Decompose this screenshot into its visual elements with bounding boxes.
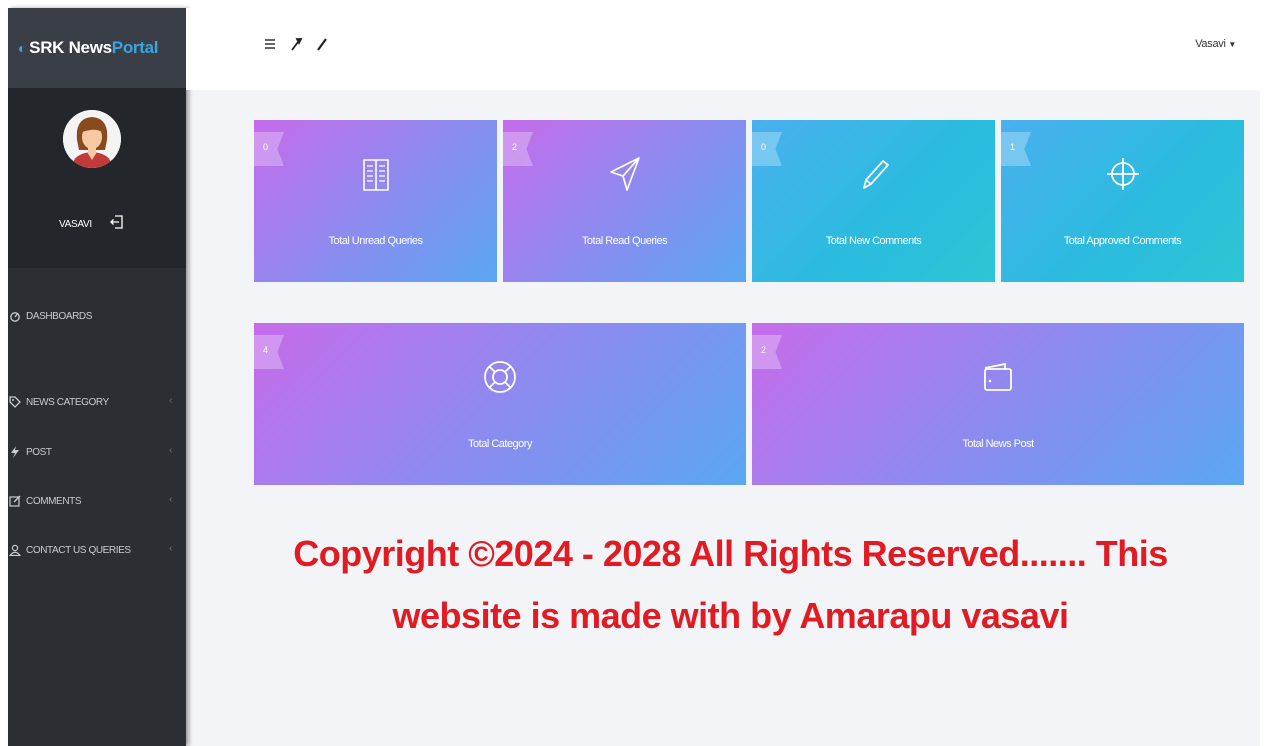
brand-logo[interactable]: ◐ SRK News Portal — [8, 8, 186, 88]
stat-count: 4 — [263, 345, 269, 355]
stat-label: Total News Post — [962, 438, 1034, 450]
sidebar-item-label: COMMENTS — [26, 495, 82, 507]
chevron-left-icon: ‹ — [169, 543, 172, 554]
count-ribbon — [1001, 132, 1031, 166]
count-ribbon — [254, 335, 284, 369]
wallet-icon — [984, 362, 1012, 391]
chevron-down-icon: ▼ — [1228, 40, 1236, 49]
copyright-line-1: Copyright ©2024 - 2028 All Rights Reserv… — [293, 533, 1168, 574]
stat-card-unread-queries[interactable]: 0 Total Unread Queries — [254, 120, 497, 282]
copyright-line-2: website is made with by Amarapu vasavi — [392, 595, 1069, 636]
avatar — [63, 110, 121, 168]
stat-count: 2 — [761, 345, 767, 355]
stat-card-read-queries[interactable]: 2 Total Read Queries — [503, 120, 746, 282]
user-menu[interactable]: Vasavi ▼ — [1195, 38, 1236, 50]
menu-toggle-icon[interactable] — [262, 36, 278, 52]
stat-label: Total Unread Queries — [328, 235, 423, 247]
chevron-left-icon: ‹ — [169, 395, 172, 406]
stat-label: Total Approved Comments — [1063, 235, 1182, 247]
life-ring-icon — [484, 361, 516, 393]
crosshair-icon — [1106, 158, 1139, 190]
sidebar: ◐ SRK News Portal VASAVI DASHBOARDS NEWS… — [8, 8, 186, 746]
edit-icon — [8, 494, 22, 508]
avatar-image — [63, 110, 121, 168]
stat-count: 1 — [1010, 142, 1016, 152]
wrench-icon[interactable] — [288, 36, 304, 52]
sidebar-item-label: POST — [26, 446, 52, 458]
paper-plane-icon — [609, 157, 640, 191]
user-menu-name: Vasavi — [1195, 38, 1226, 50]
sidebar-item-label: CONTACT US QUERIES — [26, 544, 131, 556]
sidebar-item-news-category[interactable]: NEWS CATEGORY ‹ — [8, 391, 186, 413]
dashboard-icon — [8, 309, 22, 323]
profile-username: VASAVI — [59, 219, 92, 230]
user-icon — [8, 543, 22, 557]
stat-card-new-comments[interactable]: 0 Total New Comments — [752, 120, 995, 282]
brand-name-part1: SRK News — [29, 38, 112, 57]
tag-icon — [8, 395, 22, 409]
app-frame: ◐ SRK News Portal VASAVI DASHBOARDS NEWS… — [8, 8, 1260, 746]
sidebar-item-label: DASHBOARDS — [26, 310, 93, 322]
count-ribbon — [752, 335, 782, 369]
sidebar-item-comments[interactable]: COMMENTS ‹ — [8, 490, 186, 512]
brush-icon[interactable] — [314, 36, 330, 52]
flash-icon — [8, 445, 22, 459]
count-ribbon — [752, 132, 782, 166]
count-ribbon — [503, 132, 533, 166]
stat-count: 0 — [761, 142, 767, 152]
stat-label: Total New Comments — [825, 235, 922, 247]
stat-count: 0 — [263, 142, 269, 152]
copyright-text: Copyright ©2024 - 2028 All Rights Reserv… — [238, 523, 1223, 647]
book-icon — [362, 159, 389, 191]
brand-name-part2: Portal — [111, 38, 159, 57]
drop-icon: ◐ — [18, 40, 27, 56]
sidebar-item-label: NEWS CATEGORY — [26, 396, 109, 408]
stat-card-total-news-post[interactable]: 2 Total News Post — [752, 323, 1244, 485]
stat-card-approved-comments[interactable]: 1 Total Approved Comments — [1001, 120, 1244, 282]
stat-label: Total Category — [468, 438, 532, 450]
stat-count: 2 — [512, 142, 518, 152]
sidebar-item-contact-us-queries[interactable]: CONTACT US QUERIES ‹ — [8, 539, 186, 561]
chevron-left-icon: ‹ — [169, 494, 172, 505]
count-ribbon — [254, 132, 284, 166]
sidebar-item-dashboards[interactable]: DASHBOARDS — [8, 305, 186, 327]
top-bar: Vasavi ▼ — [186, 8, 1260, 90]
user-profile-panel: VASAVI — [8, 88, 186, 268]
sidebar-item-post[interactable]: POST ‹ — [8, 441, 186, 463]
stat-card-total-category[interactable]: 4 Total Category — [254, 323, 746, 485]
pencil-icon — [862, 160, 889, 189]
stat-label: Total Read Queries — [581, 235, 668, 247]
chevron-left-icon: ‹ — [169, 445, 172, 456]
logout-icon[interactable] — [110, 214, 124, 230]
